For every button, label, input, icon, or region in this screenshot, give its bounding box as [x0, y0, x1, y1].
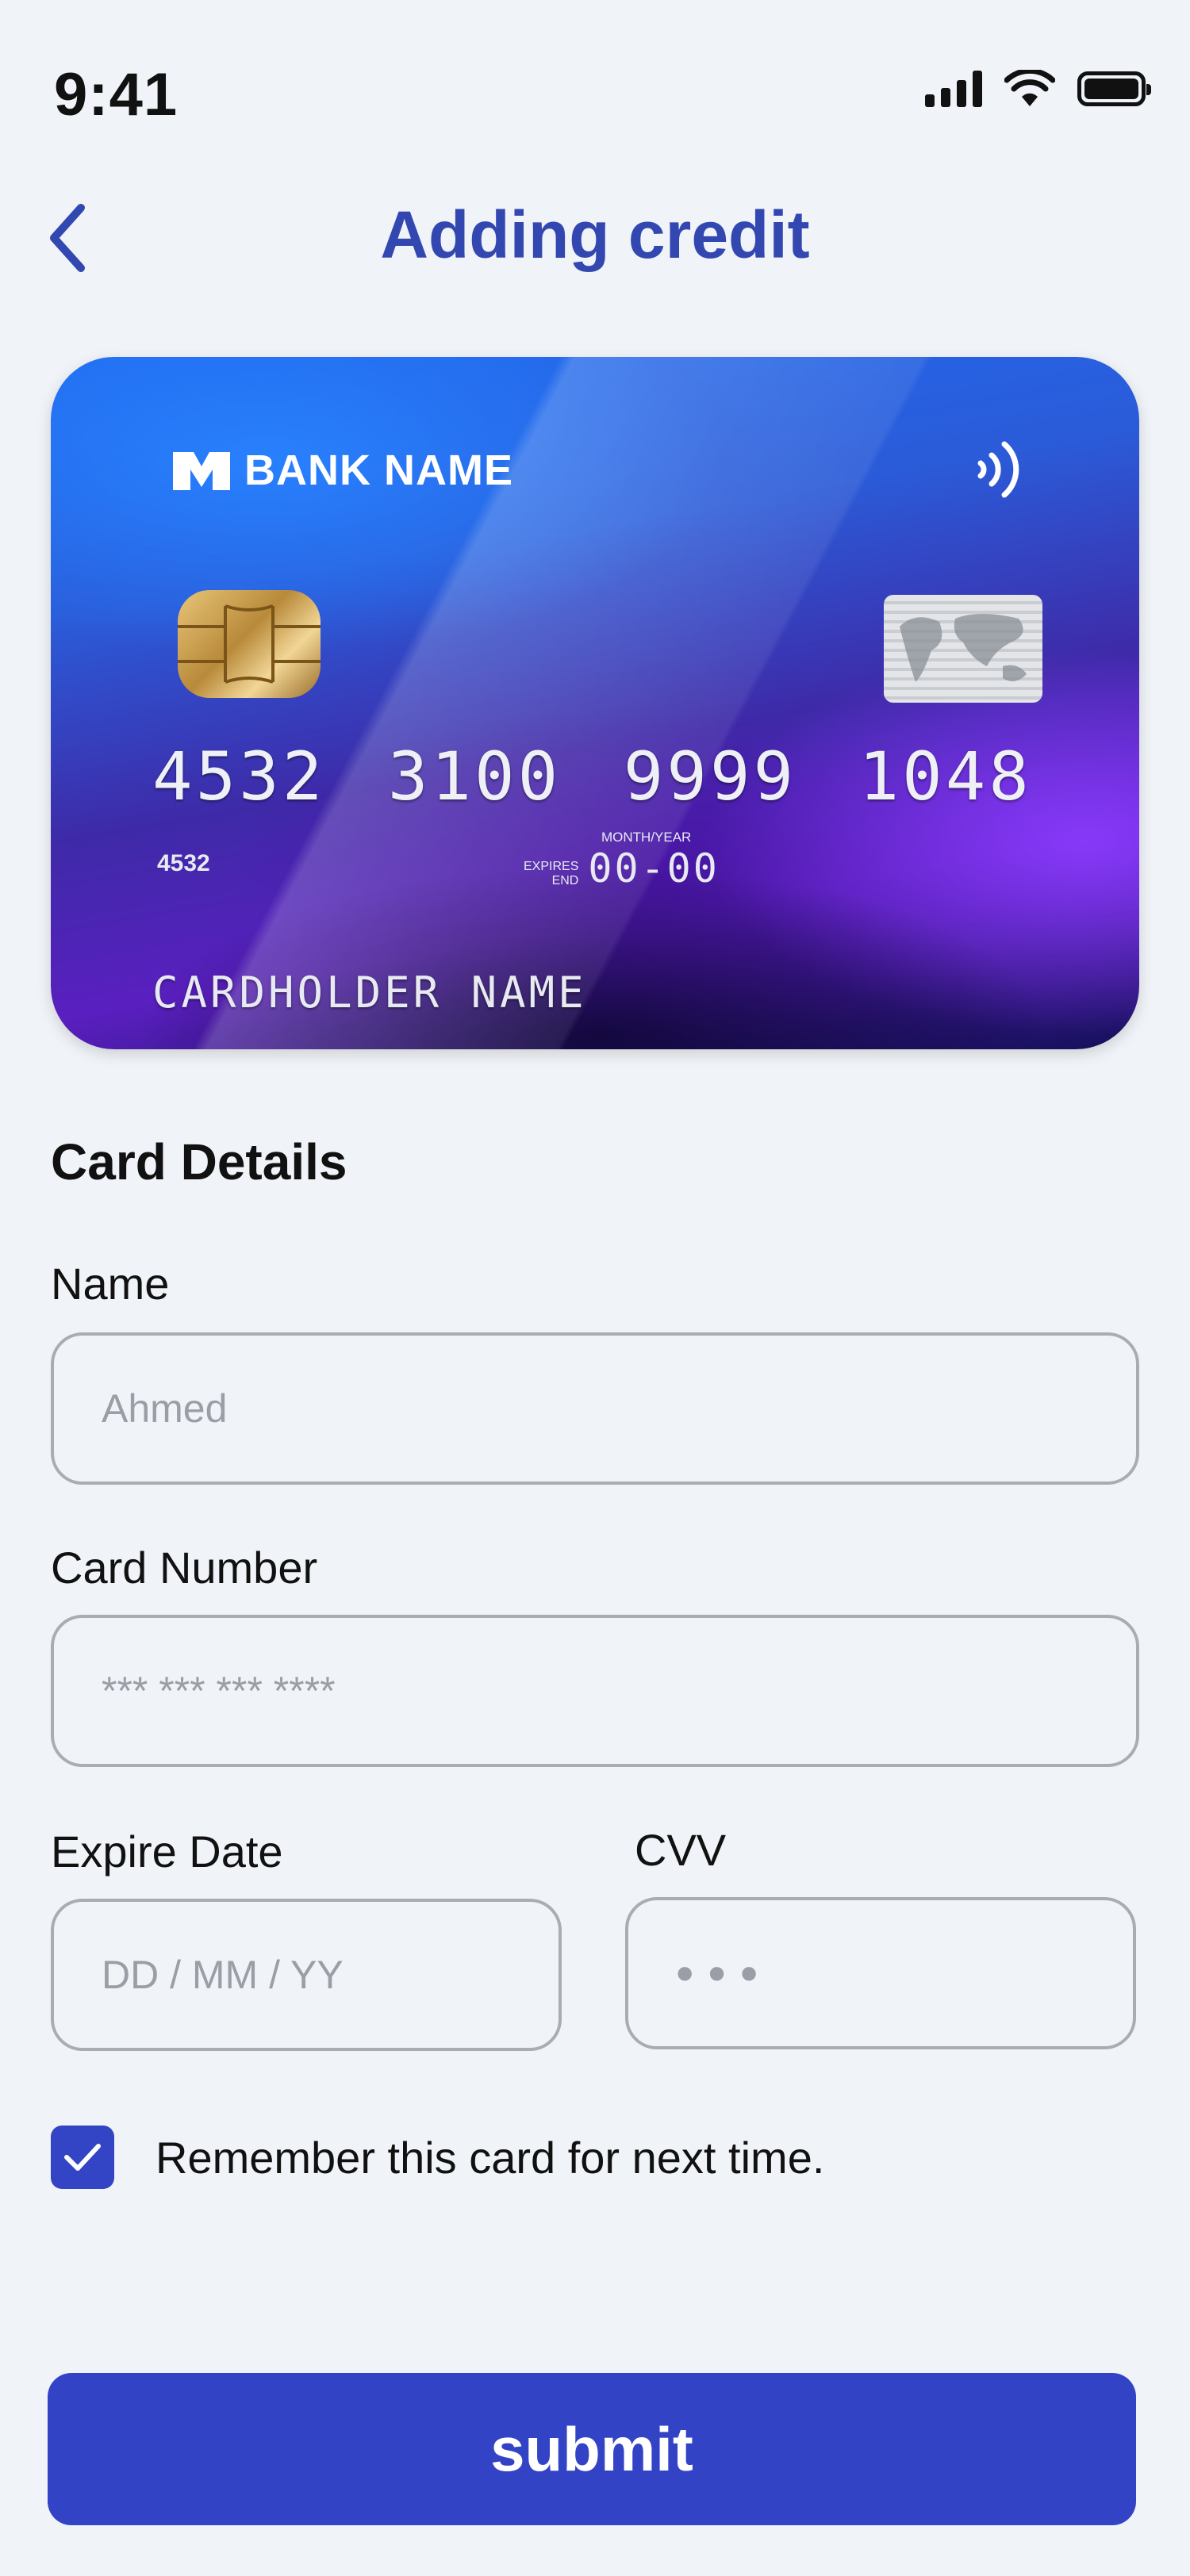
name-field[interactable] — [51, 1332, 1139, 1485]
name-label: Name — [51, 1259, 170, 1309]
expiry-value: 00-00 — [588, 845, 720, 891]
card-number-field[interactable] — [51, 1615, 1139, 1767]
status-icons — [925, 70, 1151, 108]
submit-button[interactable]: submit — [48, 2373, 1136, 2525]
bank-name: BANK NAME — [244, 447, 513, 494]
card-number-display: 4532 3100 9999 1048 — [152, 738, 1032, 815]
card-number-label: Card Number — [51, 1543, 318, 1593]
remember-card-option[interactable]: Remember this card for next time. — [51, 2126, 824, 2189]
month-year-label: MONTH/YEAR — [601, 830, 692, 845]
remember-label: Remember this card for next time. — [155, 2132, 825, 2183]
page-title: Adding credit — [380, 197, 810, 272]
card-chip-icon — [178, 590, 321, 698]
credit-card-preview: BANK NAME 4532 3100 9999 1048 4532 EXPIR… — [51, 357, 1139, 1049]
remember-checkbox[interactable] — [51, 2126, 114, 2189]
contactless-icon — [977, 441, 1019, 498]
bank-logo-icon — [173, 452, 230, 490]
battery-icon — [1077, 71, 1151, 106]
wifi-icon — [1004, 70, 1055, 106]
hologram-map-icon — [884, 595, 1042, 703]
expire-date-label: Expire Date — [51, 1827, 283, 1876]
bank-brand: BANK NAME — [171, 446, 513, 495]
status-time: 9:41 — [54, 61, 178, 128]
cellular-signal-icon — [925, 71, 982, 107]
card-details-heading: Card Details — [51, 1133, 347, 1190]
cardholder-name-display: CARDHOLDER NAME — [152, 968, 587, 1018]
cvv-field[interactable] — [625, 1897, 1136, 2049]
card-expiry: EXPIRES END 00-00 MONTH/YEAR — [524, 830, 720, 891]
cvv-label: CVV — [635, 1825, 727, 1875]
expire-date-field[interactable] — [51, 1899, 562, 2051]
card-short-number: 4532 — [157, 850, 210, 876]
expires-end-label: EXPIRES END — [524, 860, 579, 887]
checkmark-icon — [64, 2144, 101, 2171]
